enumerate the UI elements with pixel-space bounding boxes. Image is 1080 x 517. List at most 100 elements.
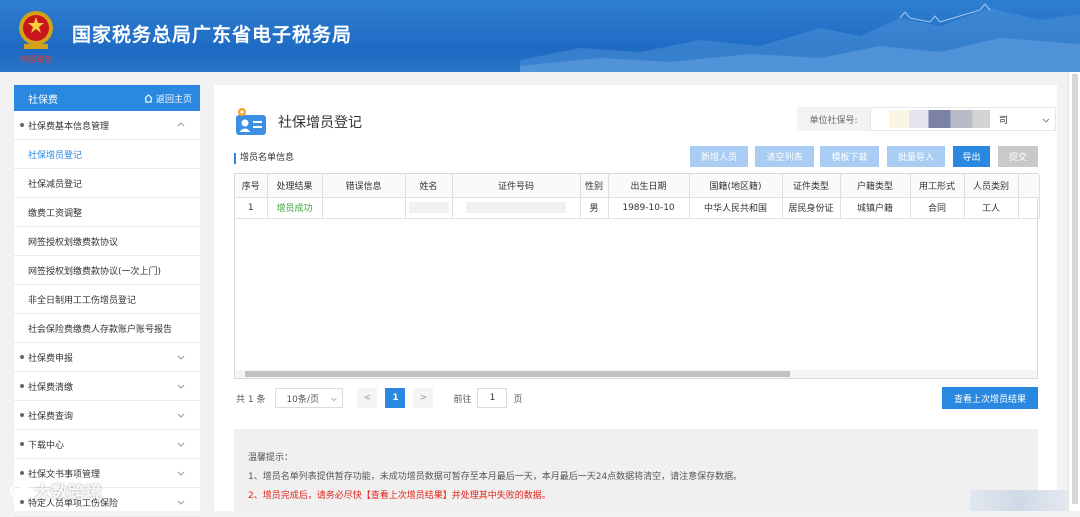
notice-title: 温馨提示： [248, 453, 294, 463]
column-header: 出生日期 [608, 174, 690, 198]
unit-social-security-select[interactable]: 司 [870, 107, 1056, 131]
notice-line-2: 2、增员完成后，请务必尽快【查看上次增员结果】并处理其中失败的数据。 [248, 491, 551, 501]
cell-nationality: 中华人民共和国 [689, 197, 783, 219]
column-header: 国籍(地区籍) [689, 174, 783, 198]
cell-name [405, 197, 453, 219]
view-last-result-button[interactable]: 查看上次增员结果 [942, 387, 1038, 409]
sidebar-item-query[interactable]: 社保费查询 [14, 401, 200, 430]
scrollbar-thumb[interactable] [245, 371, 790, 377]
page-title: 社保增员登记 [278, 115, 362, 131]
template-download-button[interactable]: 模板下载 [820, 146, 879, 167]
redacted-corner-region [970, 490, 1068, 511]
sidebar-item-label: 社保费基本信息管理 [28, 121, 110, 132]
sidebar-item-label: 非全日制用工工伤增员登记 [28, 295, 137, 306]
cell-category: 工人 [964, 197, 1019, 219]
sidebar: 社保费 返回主页 社保费基本信息管理 社保增员登记 社保减员登记 缴费工资调整 … [14, 85, 200, 517]
watermark-text: 大数跨境 [34, 483, 102, 503]
sidebar-section-title: 社保费 [28, 94, 58, 106]
page-number-current[interactable]: 1 [385, 388, 406, 408]
page-size-select[interactable]: 10条/页 [275, 388, 344, 408]
column-header: 人员类别 [964, 174, 1019, 198]
sidebar-item-wage-adjust[interactable]: 缴费工资调整 [14, 198, 200, 227]
chevron-up-icon [177, 122, 185, 127]
redacted-id-number [466, 202, 566, 213]
sidebar-item-parttime-injury[interactable]: 非全日制用工工伤增员登记 [14, 285, 200, 314]
page-size-value: 10条/页 [286, 394, 319, 405]
sidebar-item-bank-account-report[interactable]: 社会保险费缴费人存款账户账号报告 [14, 314, 200, 343]
goto-unit: 页 [513, 394, 523, 405]
export-button[interactable]: 导出 [953, 146, 990, 167]
chevron-down-icon [1042, 118, 1050, 123]
home-link[interactable]: 返回主页 [144, 92, 192, 105]
add-staff-button[interactable]: 新增人员 [690, 146, 748, 167]
cell-extra [1018, 197, 1040, 219]
column-header: 用工形式 [910, 174, 965, 198]
column-header: 户籍类型 [840, 174, 911, 198]
cell-household: 城镇户籍 [840, 197, 911, 219]
sidebar-item-label: 社保费清缴 [28, 382, 74, 393]
column-header-extra [1018, 174, 1040, 198]
sidebar-item-label: 网签授权划缴费款协议 [28, 237, 119, 248]
sidebar-item-basic-info[interactable]: 社保费基本信息管理 [14, 111, 200, 140]
great-wall-banner [520, 3, 1080, 72]
sidebar-item-label: 缴费工资调整 [28, 208, 83, 219]
section-label: 增员名单信息 [234, 153, 294, 164]
chevron-down-icon [177, 355, 185, 360]
chevron-down-icon [177, 471, 185, 476]
table-row[interactable]: 1 增员成功 男 1989-10-10 中华人民共和国 居民身份证 城镇户籍 合… [235, 197, 1040, 219]
user-card-icon [236, 108, 266, 135]
cell-id-number [452, 197, 581, 219]
tax-emblem-icon: 中国税务 [19, 11, 53, 64]
main-panel: 社保增员登记 单位社保号: 司 增员名单信息 新增人员 清空列表 模板下载 批量… [214, 85, 1057, 511]
redacted-name [408, 202, 449, 213]
column-header: 处理结果 [267, 174, 323, 198]
site-title: 国家税务总局广东省电子税务局 [72, 24, 353, 46]
submit-button[interactable]: 提交 [998, 146, 1038, 167]
cell-id-type: 居民身份证 [782, 197, 841, 219]
home-icon [144, 93, 153, 103]
watermark: 大数跨境 [10, 478, 102, 503]
sidebar-item-declaration[interactable]: 社保费申报 [14, 343, 200, 372]
emblem-text: 中国税务 [20, 54, 52, 64]
prev-page-button[interactable]: < [357, 388, 378, 408]
sidebar-item-label: 网签授权划缴费款协议(一次上门) [28, 266, 162, 277]
table-horizontal-scrollbar[interactable] [235, 370, 1037, 378]
sidebar-item-download-center[interactable]: 下载中心 [14, 430, 200, 459]
sidebar-item-label: 社保费申报 [28, 353, 74, 364]
chevron-down-icon [177, 500, 185, 505]
notice-box: 温馨提示： 1、增员名单列表提供暂存功能，未成功增员数据可暂存至本月最后一天，本… [234, 429, 1038, 511]
clear-list-button[interactable]: 清空列表 [755, 146, 814, 167]
total-count: 共 1 条 [236, 394, 266, 405]
chevron-down-icon [177, 384, 185, 389]
column-header: 证件类型 [782, 174, 841, 198]
chevron-down-icon [177, 413, 185, 418]
goto-page-input[interactable]: 1 [477, 388, 508, 408]
sidebar-item-add-staff[interactable]: 社保增员登记 [14, 140, 200, 169]
column-header: 序号 [235, 174, 268, 198]
scrollbar-thumb[interactable] [1072, 74, 1078, 504]
chevron-down-icon [331, 397, 338, 402]
sidebar-item-label: 社保增员登记 [28, 150, 83, 161]
notice-line-1: 1、增员名单列表提供暂存功能，未成功增员数据可暂存至本月最后一天，本月最后一天2… [248, 472, 743, 482]
cell-birth: 1989-10-10 [608, 197, 690, 219]
redacted-unit-value [889, 110, 999, 128]
cell-employment: 合同 [910, 197, 965, 219]
unit-value-suffix: 司 [999, 116, 1009, 126]
next-page-button[interactable]: > [413, 388, 434, 408]
sidebar-item-settlement[interactable]: 社保费清缴 [14, 372, 200, 401]
pagination: 共 1 条 10条/页 < 1 > 前往 1 页 [236, 388, 522, 408]
sidebar-item-remove-staff[interactable]: 社保减员登记 [14, 169, 200, 198]
cell-gender: 男 [580, 197, 609, 219]
sidebar-item-label: 下载中心 [28, 440, 65, 451]
sidebar-item-online-agreement-visit[interactable]: 网签授权划缴费款协议(一次上门) [14, 256, 200, 285]
sidebar-item-online-agreement[interactable]: 网签授权划缴费款协议 [14, 227, 200, 256]
column-header: 证件号码 [452, 174, 581, 198]
chevron-down-icon [177, 442, 185, 447]
goto-label: 前往 [453, 394, 472, 405]
sidebar-item-label: 社保减员登记 [28, 179, 83, 190]
staff-table: 序号 处理结果 错误信息 姓名 证件号码 性别 出生日期 国籍(地区籍) 证件类… [234, 173, 1040, 379]
unit-social-security-label: 单位社保号: [797, 107, 870, 131]
batch-import-button[interactable]: 批量导入 [887, 146, 945, 167]
watermark-logo-icon [10, 483, 29, 498]
page-vertical-scrollbar[interactable] [1068, 72, 1080, 511]
